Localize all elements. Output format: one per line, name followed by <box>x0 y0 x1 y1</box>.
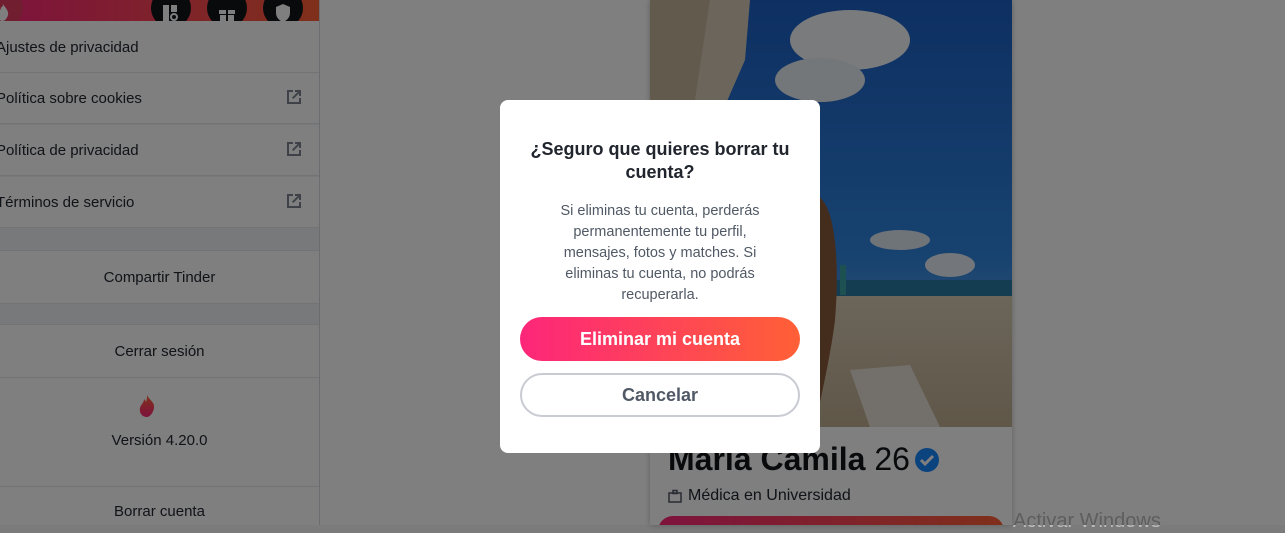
dialog-message: Si eliminas tu cuenta, perderás permanen… <box>560 203 760 303</box>
confirm-delete-button[interactable]: Eliminar mi cuenta <box>520 317 800 361</box>
cancel-button[interactable]: Cancelar <box>520 373 800 417</box>
dialog-title: ¿Seguro que quieres borrar tu cuenta? <box>530 139 790 182</box>
delete-account-dialog: ¿Seguro que quieres borrar tu cuenta? Si… <box>500 100 820 453</box>
